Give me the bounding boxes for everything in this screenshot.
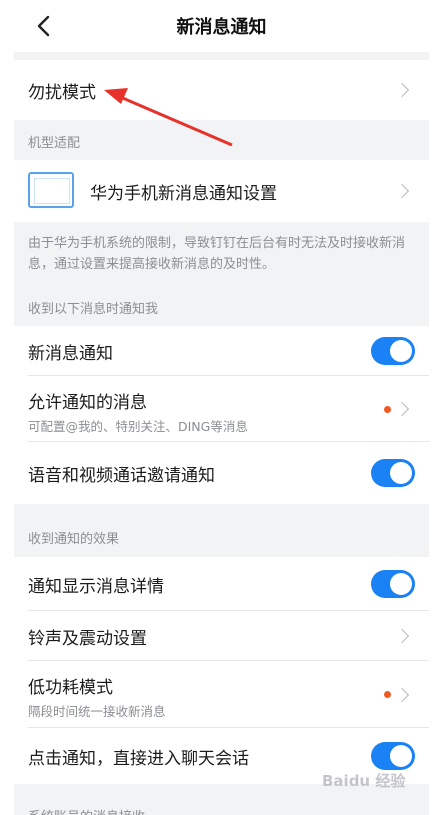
section-title-system: 系统账号的消息接收 xyxy=(28,806,145,815)
back-button[interactable] xyxy=(30,12,56,40)
watermark: Baidu 经验 xyxy=(322,772,406,790)
ringtone-row[interactable]: 铃声及震动设置 xyxy=(14,611,429,661)
section-title-model: 机型适配 xyxy=(28,136,81,151)
red-dot-badge xyxy=(384,691,391,698)
page-title: 新消息通知 xyxy=(176,17,267,38)
chevron-right-icon xyxy=(394,183,410,199)
huawei-note: 由于华为手机系统的限制，导致钉钉在后台有时无法及时接收新消息，通过设置来提高接收… xyxy=(28,236,406,272)
tap-open-chat-toggle[interactable] xyxy=(371,742,415,770)
section-title-effects: 收到通知的效果 xyxy=(28,532,120,547)
show-details-row[interactable]: 通知显示消息详情 xyxy=(14,557,429,611)
chevron-right-icon xyxy=(394,628,410,644)
call-invite-label: 语音和视频通话邀请通知 xyxy=(28,465,215,486)
tap-open-chat-label: 点击通知，直接进入聊天会话 xyxy=(28,748,249,769)
chevron-right-icon xyxy=(394,687,410,702)
settings-list: 勿扰模式 机型适配 华为手机新消息通知设置 由于华为手机系统的限制，导致钉钉在后… xyxy=(14,52,429,815)
red-dot-badge xyxy=(384,405,391,413)
low-power-sublabel: 隔段时间统一接收新消息 xyxy=(28,704,166,719)
toggle-knob xyxy=(390,745,412,767)
allowed-messages-label: 允许通知的消息 xyxy=(28,393,147,413)
dnd-label: 勿扰模式 xyxy=(28,82,96,103)
new-message-label: 新消息通知 xyxy=(28,343,113,364)
chevron-left-icon xyxy=(37,15,50,37)
dnd-row[interactable]: 勿扰模式 xyxy=(14,60,429,120)
low-power-row[interactable]: 低功耗模式 隔段时间统一接收新消息 xyxy=(14,661,429,728)
chevron-right-icon xyxy=(394,401,410,417)
nav-bar: 新消息通知 xyxy=(0,0,443,52)
toggle-knob xyxy=(390,573,412,595)
allowed-messages-row[interactable]: 允许通知的消息 可配置@我的、特别关注、DING等消息 xyxy=(14,376,429,442)
show-details-toggle[interactable] xyxy=(371,570,415,598)
call-invite-row[interactable]: 语音和视频通话邀请通知 xyxy=(14,442,429,504)
new-message-row[interactable]: 新消息通知 xyxy=(14,326,429,376)
phone-icon xyxy=(28,172,74,208)
toggle-knob xyxy=(390,462,412,484)
show-details-label: 通知显示消息详情 xyxy=(28,576,164,597)
ringtone-label: 铃声及震动设置 xyxy=(28,628,147,649)
huawei-label: 华为手机新消息通知设置 xyxy=(90,183,277,204)
allowed-messages-sublabel: 可配置@我的、特别关注、DING等消息 xyxy=(28,419,248,434)
call-invite-toggle[interactable] xyxy=(371,459,415,487)
new-message-toggle[interactable] xyxy=(371,337,415,365)
chevron-right-icon xyxy=(394,82,410,98)
section-title-notify: 收到以下消息时通知我 xyxy=(28,302,159,317)
huawei-settings-row[interactable]: 华为手机新消息通知设置 xyxy=(14,160,429,222)
low-power-label: 低功耗模式 xyxy=(28,678,113,698)
toggle-knob xyxy=(390,340,412,362)
